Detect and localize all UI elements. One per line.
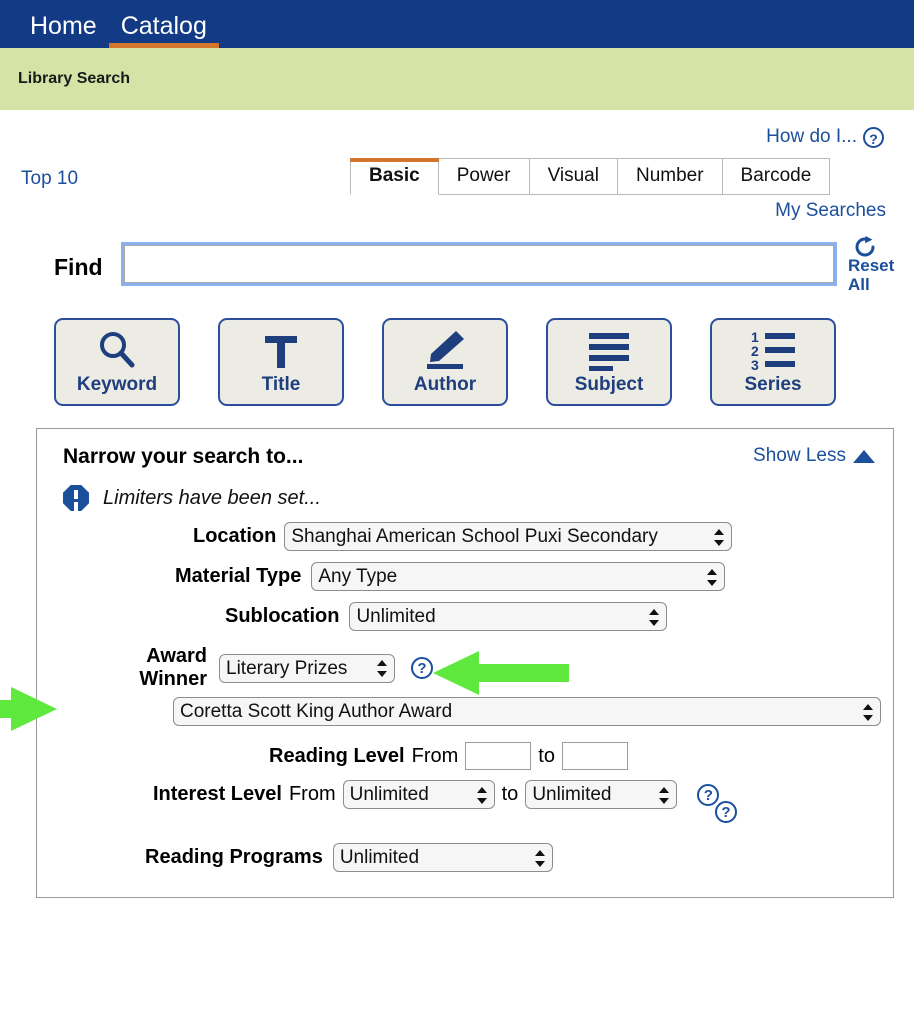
find-label: Find [54, 254, 103, 280]
award-category-select[interactable]: Literary Prizes [219, 653, 395, 683]
reset-all-line1: Reset [848, 256, 895, 275]
award-winner-label: Award Winner [115, 645, 207, 691]
title-search-button[interactable]: Title [218, 318, 344, 406]
award-winner-label-line1: Award [146, 645, 207, 667]
material-type-select[interactable]: Any Type [311, 562, 726, 591]
show-less-label: Show Less [753, 445, 846, 466]
title-button-label: Title [261, 374, 301, 395]
location-label: Location [193, 525, 277, 547]
reading-level-to-input[interactable] [561, 742, 628, 770]
author-button-label: Author [413, 374, 477, 395]
reset-all-button[interactable]: Reset All [848, 236, 910, 294]
reading-level-from-input[interactable] [465, 742, 532, 770]
interest-level-from-label: From [288, 783, 336, 805]
tab-number[interactable]: Number [617, 158, 723, 195]
award-winner-select-row: Coretta Scott King Author Award [0, 687, 881, 731]
how-do-i-label: How do I... [766, 126, 857, 147]
tab-basic[interactable]: Basic [350, 158, 439, 195]
tab-barcode[interactable]: Barcode [722, 158, 831, 195]
find-row: Find Reset All [18, 236, 896, 302]
subject-search-button[interactable]: Subject [546, 318, 672, 406]
reading-programs-row: Reading Programs Unlimited ? [53, 801, 877, 872]
reading-level-row: Reading Level From to [53, 742, 877, 770]
triangle-up-icon [853, 449, 875, 463]
pencil-underline-icon [423, 328, 467, 372]
sublocation-row: Sublocation Unlimited [53, 602, 877, 631]
series-search-button[interactable]: 1 2 3 Series [710, 318, 836, 406]
how-do-i-link[interactable]: How do I... ? [766, 126, 884, 148]
lines-list-icon [586, 328, 632, 372]
top-navigation-bar: Home Catalog [0, 0, 914, 48]
question-circle-icon[interactable]: ? [863, 126, 884, 148]
reading-programs-help-icon[interactable]: ? [715, 801, 737, 823]
reading-programs-label: Reading Programs [145, 846, 323, 868]
my-searches-link[interactable]: My Searches [775, 200, 886, 221]
refresh-circular-arrow-icon [855, 236, 875, 257]
series-button-label: Series [744, 374, 802, 395]
tab-visual[interactable]: Visual [529, 158, 618, 195]
material-type-row: Material Type Any Type [53, 562, 877, 591]
narrow-panel-title: Narrow your search to... [63, 445, 304, 468]
sublocation-label: Sublocation [225, 605, 340, 627]
show-less-toggle[interactable]: Show Less [753, 445, 877, 467]
page-title-band: Library Search [0, 48, 914, 110]
author-search-button[interactable]: Author [382, 318, 508, 406]
reading-programs-select[interactable]: Unlimited [332, 843, 553, 872]
interest-level-from-select[interactable]: Unlimited [342, 780, 495, 809]
annotation-arrow-left [433, 651, 569, 695]
letter-t-icon [260, 328, 302, 372]
interest-level-row: Interest Level From Unlimited to Unlimit… [53, 780, 877, 809]
narrow-your-search-panel: Narrow your search to... Show Less Limit… [0, 428, 894, 898]
top-10-link[interactable]: Top 10 [21, 168, 78, 190]
material-type-label: Material Type [175, 565, 302, 587]
numbered-list-icon: 1 2 3 [749, 328, 797, 372]
subject-button-label: Subject [574, 374, 644, 395]
interest-level-to-label: to [501, 783, 519, 805]
search-tabs-row: Top 10 Basic Power Visual Number Barcode [18, 158, 896, 196]
interest-level-help-icon[interactable]: ? [697, 783, 720, 806]
search-input[interactable] [121, 242, 837, 286]
location-select[interactable]: Shanghai American School Puxi Secondary [284, 522, 733, 551]
sublocation-select[interactable]: Unlimited [349, 602, 668, 631]
nav-tab-catalog[interactable]: Catalog [108, 14, 220, 48]
search-area: How do I... ? Top 10 Basic Power Visual … [0, 110, 914, 406]
svg-text:3: 3 [751, 357, 759, 371]
reading-level-to-label: to [538, 744, 555, 767]
keyword-button-label: Keyword [76, 374, 158, 395]
keyword-search-button[interactable]: Keyword [54, 318, 180, 406]
award-winner-label-line2: Winner [139, 668, 207, 690]
award-category-help-icon[interactable]: ? [411, 657, 433, 679]
page-title: Library Search [18, 70, 131, 87]
alert-octagon-icon [63, 485, 89, 511]
reading-level-label: Reading Level [269, 744, 405, 767]
limiters-notice: Limiters have been set... [53, 485, 877, 511]
search-mode-tabstrip: Basic Power Visual Number Barcode [350, 158, 831, 195]
limiters-notice-text: Limiters have been set... [103, 486, 321, 509]
award-winner-category-row: Award Winner Literary Prizes ? [53, 645, 877, 695]
how-do-i-row: How do I... ? [18, 110, 896, 152]
nav-tab-home[interactable]: Home [18, 14, 109, 48]
annotation-arrow-right [0, 687, 57, 731]
narrow-panel-header: Narrow your search to... Show Less [53, 445, 877, 469]
award-name-select[interactable]: Coretta Scott King Author Award [173, 697, 881, 726]
reset-all-line2: All [848, 275, 870, 294]
tab-power[interactable]: Power [438, 158, 530, 195]
interest-level-to-select[interactable]: Unlimited [525, 780, 678, 809]
my-searches-row: My Searches [18, 200, 896, 222]
search-type-button-row: Keyword Title Author Subject 1 2 3 Serie… [18, 318, 896, 406]
magnifying-glass-icon [96, 328, 138, 372]
location-row: Location Shanghai American School Puxi S… [53, 522, 877, 551]
reading-level-from-label: From [411, 744, 459, 767]
interest-level-label: Interest Level [153, 783, 282, 805]
